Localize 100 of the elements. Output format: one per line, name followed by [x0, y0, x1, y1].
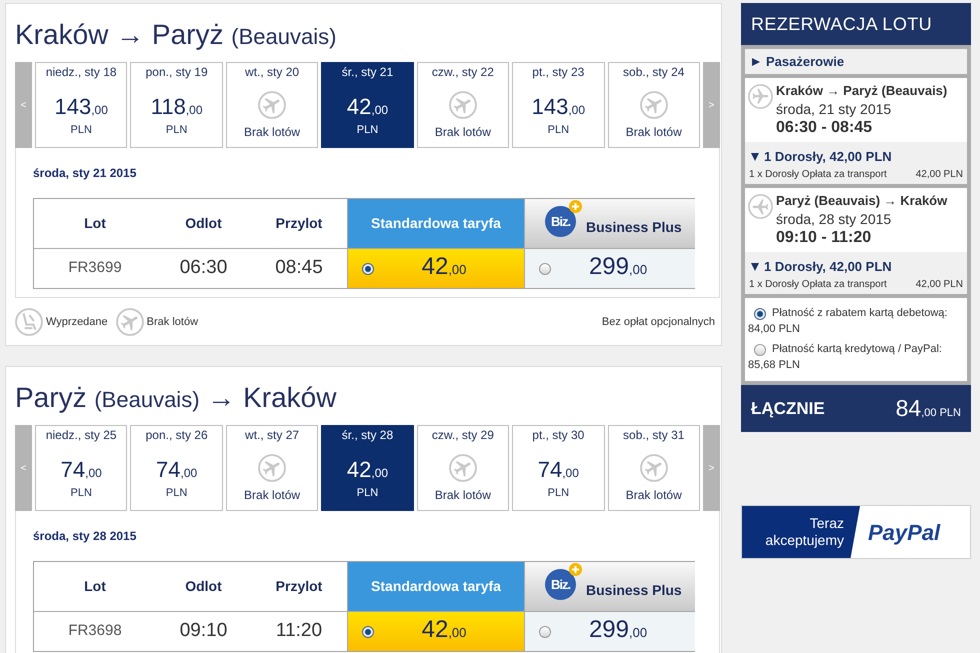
day-label: pon., sty 19 [146, 64, 208, 80]
currency-label: PLN [548, 486, 570, 500]
date-cell[interactable]: pt., sty 30 74,00 PLN [512, 425, 605, 511]
day-label: wt., sty 20 [245, 64, 300, 80]
fare-summary-toggle[interactable]: 1 Dorosły, 42,00 PLN [749, 258, 892, 276]
flight-date: środa, 21 sty 2015 [776, 100, 892, 118]
column-header: Odlot [156, 562, 251, 612]
column-header: Odlot [156, 199, 251, 249]
fare-price: 74,00 [60, 457, 102, 484]
date-heading: środa, sty 28 2015 [33, 528, 138, 544]
fare-summary-toggle[interactable]: 1 Dorosły, 42,00 PLN [749, 148, 892, 166]
fee-label: 1 x Dorosły Opłata za transport [749, 278, 887, 292]
fee-amount: 42,00 PLN [916, 278, 963, 292]
no-flights-label: Brak lotów [434, 125, 491, 139]
seat-icon [15, 308, 43, 336]
date-cell[interactable]: wt., sty 27 Brak lotów [226, 425, 318, 511]
radio-button[interactable] [362, 626, 374, 638]
fare-price: 42,00 [420, 616, 468, 645]
date-cell[interactable]: pon., sty 26 74,00 PLN [130, 425, 223, 511]
departure-time: 09:10 [178, 619, 228, 644]
fee-label: 1 x Dorosły Opłata za transport [749, 168, 887, 182]
fare-price: 42,00 [420, 253, 468, 282]
fare-price: 118,00 [150, 94, 203, 121]
plane-icon [640, 91, 668, 119]
paypal-logo: PayPal [868, 518, 940, 547]
fare-price: 143,00 [54, 94, 108, 121]
legend-label: Brak lotów [146, 314, 198, 330]
fare-price: 299,00 [588, 616, 648, 645]
plane-icon [640, 454, 668, 482]
booking-title: REZERWACJA LOTU [741, 3, 971, 45]
date-heading: środa, sty 21 2015 [33, 165, 138, 181]
fare-price: 42,00 [346, 94, 388, 121]
currency-label: PLN [356, 123, 378, 137]
column-header: Lot [34, 562, 156, 612]
date-cell[interactable]: niedz., sty 25 74,00 PLN [35, 425, 128, 511]
flight-date: środa, 28 sty 2015 [776, 210, 892, 228]
date-cell[interactable]: czw., sty 22 Brak lotów [416, 62, 510, 148]
no-flights-label: Brak lotów [244, 488, 300, 502]
plane-icon [448, 454, 477, 482]
day-label: śr., sty 21 [342, 64, 394, 80]
plus-icon [569, 200, 582, 213]
plane-icon [748, 194, 773, 219]
total-label: ŁĄCZNIE [751, 398, 825, 420]
flight-number: FR3699 [67, 258, 123, 278]
currency-label: PLN [70, 486, 92, 500]
date-cell[interactable]: śr., sty 28 42,00 PLN [321, 425, 414, 511]
radio-button[interactable] [362, 262, 374, 274]
legend-label: Wyprzedane [46, 314, 108, 330]
passengers-toggle[interactable]: Pasażerowie [745, 49, 967, 74]
biz-badge: Biz. [545, 569, 576, 600]
flight-time: 06:30 - 08:45 [776, 118, 874, 137]
radio-button[interactable] [754, 344, 766, 356]
day-label: sob., sty 31 [623, 427, 684, 443]
date-cell[interactable]: sob., sty 31 Brak lotów [608, 425, 700, 511]
day-label: czw., sty 22 [432, 64, 494, 80]
currency-label: PLN [166, 486, 188, 500]
day-label: pt., sty 23 [532, 64, 584, 80]
arrival-time: 11:20 [274, 619, 324, 644]
radio-button[interactable] [539, 262, 551, 274]
flight-number: FR3698 [67, 621, 123, 642]
fee-note: Bez opłat opcjonalnych [602, 314, 715, 330]
arrival-time: 08:45 [274, 256, 324, 280]
fee-amount: 42,00 PLN [916, 168, 963, 182]
plane-icon [748, 84, 773, 109]
date-cell[interactable]: pon., sty 19 118,00 PLN [130, 62, 223, 148]
fare-price: 42,00 [346, 457, 388, 484]
currency-label: PLN [356, 486, 378, 500]
currency-label: PLN [70, 123, 92, 137]
fare-price: 74,00 [156, 457, 198, 484]
payment-amount: 85,68 PLN [748, 358, 801, 373]
no-flights-label: Brak lotów [434, 488, 491, 502]
date-cell[interactable]: śr., sty 21 42,00 PLN [321, 62, 414, 148]
banner-caption: Teraz akceptujemy [742, 506, 860, 558]
day-label: czw., sty 29 [432, 427, 494, 443]
date-cell[interactable]: niedz., sty 18 143,00 PLN [35, 62, 128, 148]
biz-badge: Biz. [545, 206, 576, 237]
radio-button[interactable] [754, 308, 766, 320]
currency-label: PLN [548, 123, 570, 137]
no-flights-label: Brak lotów [244, 125, 300, 139]
day-label: pt., sty 30 [532, 427, 584, 443]
route-label: Paryż (Beauvais) → Kraków [776, 192, 948, 210]
date-cell[interactable]: czw., sty 29 Brak lotów [416, 425, 510, 511]
fare-price: 299,00 [588, 253, 648, 282]
payment-amount: 84,00 PLN [748, 322, 801, 337]
date-cell[interactable]: sob., sty 24 Brak lotów [608, 62, 700, 148]
plus-icon [569, 563, 582, 576]
column-header: Lot [34, 199, 156, 249]
date-cell[interactable]: wt., sty 20 Brak lotów [226, 62, 318, 148]
no-flights-label: Brak lotów [626, 125, 682, 139]
plane-icon [448, 91, 477, 119]
date-cell[interactable]: pt., sty 23 143,00 PLN [512, 62, 605, 148]
day-label: wt., sty 27 [245, 427, 300, 443]
column-header: Standardowa taryfa [347, 199, 524, 249]
departure-time: 06:30 [178, 256, 228, 280]
payment-option-label: Płatność z rabatem kartą debetową: [772, 306, 948, 321]
radio-button[interactable] [539, 626, 551, 638]
plane-icon [258, 91, 286, 119]
column-label: Business Plus [586, 580, 682, 600]
plane-icon [258, 454, 286, 482]
day-label: niedz., sty 18 [46, 64, 117, 80]
